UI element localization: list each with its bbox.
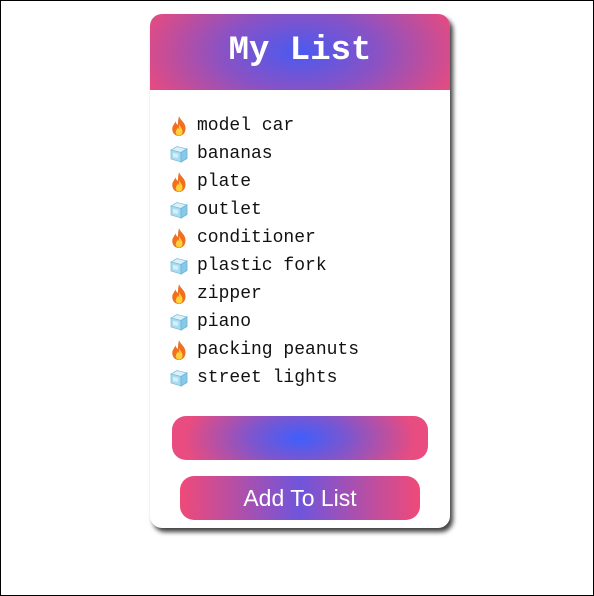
fire-icon [168, 171, 190, 193]
list-card: My List model car bananas plate outlet condi… [150, 14, 450, 528]
list-item: plastic fork [168, 252, 359, 280]
fire-icon [168, 283, 190, 305]
list-item-label: plate [197, 172, 252, 192]
list-item: piano [168, 308, 359, 336]
list-item-label: outlet [197, 200, 262, 220]
list-item: model car [168, 112, 359, 140]
list-item: conditioner [168, 224, 359, 252]
list-item: street lights [168, 364, 359, 392]
list-item: zipper [168, 280, 359, 308]
ice-cube-icon [168, 255, 190, 277]
card-header: My List [150, 14, 450, 90]
ice-cube-icon [168, 367, 190, 389]
list-item: bananas [168, 140, 359, 168]
list-item-label: bananas [197, 144, 273, 164]
list-item: plate [168, 168, 359, 196]
item-list: model car bananas plate outlet conditioner pl… [168, 112, 359, 392]
list-item-label: plastic fork [197, 256, 327, 276]
page-title: My List [228, 32, 372, 70]
list-item: outlet [168, 196, 359, 224]
list-item-label: conditioner [197, 228, 316, 248]
list-item-label: street lights [197, 368, 338, 388]
list-item-label: packing peanuts [197, 340, 360, 360]
list-item: packing peanuts [168, 336, 359, 364]
list-item-label: zipper [197, 284, 262, 304]
list-item-label: piano [197, 312, 252, 332]
ice-cube-icon [168, 199, 190, 221]
fire-icon [168, 339, 190, 361]
ice-cube-icon [168, 143, 190, 165]
new-item-input[interactable] [172, 416, 428, 460]
fire-icon [168, 115, 190, 137]
fire-icon [168, 227, 190, 249]
ice-cube-icon [168, 311, 190, 333]
add-to-list-button[interactable]: Add To List [180, 476, 420, 520]
list-item-label: model car [197, 116, 295, 136]
